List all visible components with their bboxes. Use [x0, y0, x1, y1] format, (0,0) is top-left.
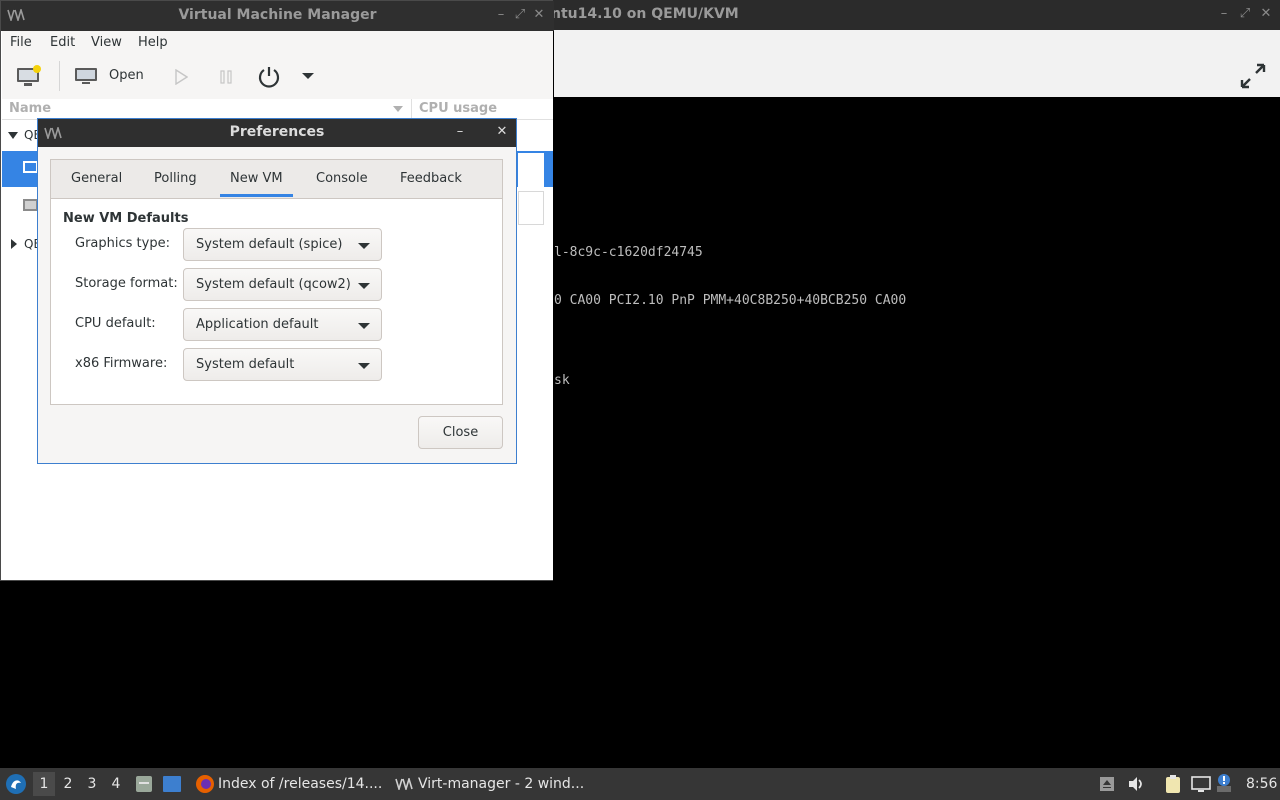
- vmm-title: Virtual Machine Manager: [178, 7, 377, 23]
- task-firefox-label: Index of /releases/14....: [218, 776, 383, 792]
- update-notification-icon[interactable]: [1216, 772, 1232, 794]
- vm-logo-icon: [395, 778, 413, 790]
- x86-firmware-value: System default: [196, 357, 295, 372]
- storage-format-value: System default (qcow2): [196, 277, 351, 292]
- vm-icon: [23, 199, 38, 211]
- minimize-icon[interactable]: –: [493, 7, 509, 22]
- open-label: Open: [109, 68, 144, 83]
- tab-general[interactable]: General: [61, 160, 132, 197]
- expander-right-icon[interactable]: [11, 239, 17, 249]
- cpu-default-select[interactable]: Application default: [183, 308, 382, 341]
- graphics-type-value: System default (spice): [196, 237, 343, 252]
- chevron-down-icon: [358, 323, 370, 329]
- tab-console[interactable]: Console: [306, 160, 378, 197]
- run-icon[interactable]: [174, 69, 188, 85]
- console-screen[interactable]: l-8c9c-c1620df24745 0 CA00 PCI2.10 PnP P…: [554, 97, 1280, 765]
- preferences-title: Preferences: [229, 124, 325, 140]
- close-button[interactable]: Close: [418, 416, 503, 449]
- tab-strip: General Polling New VM Console Feedback: [51, 160, 502, 199]
- cpu-graph: [518, 191, 544, 225]
- console-line: sk: [554, 373, 570, 388]
- desktop-icon[interactable]: [162, 775, 182, 793]
- storage-format-label: Storage format:: [75, 276, 178, 291]
- x86-firmware-label: x86 Firmware:: [75, 356, 168, 371]
- workspace-4[interactable]: 4: [105, 772, 127, 796]
- new-vm-icon[interactable]: [16, 65, 42, 87]
- console-line: 0 CA00 PCI2.10 PnP PMM+40C8B250+40BCB250…: [554, 293, 907, 308]
- column-divider: [411, 99, 412, 119]
- preferences-notebook: General Polling New VM Console Feedback …: [50, 159, 503, 405]
- close-icon[interactable]: ✕: [1258, 6, 1274, 21]
- monitor-icon: [75, 68, 97, 84]
- menu-help[interactable]: Help: [138, 35, 168, 50]
- start-menu-icon[interactable]: [5, 773, 27, 795]
- workspace-3[interactable]: 3: [81, 772, 103, 796]
- cpu-default-label: CPU default:: [75, 316, 156, 331]
- file-manager-icon[interactable]: [135, 775, 153, 793]
- vmm-titlebar: Virtual Machine Manager – ⤢ ✕: [1, 1, 554, 31]
- power-menu-chevron-icon[interactable]: [302, 73, 314, 79]
- console-line: l-8c9c-c1620df24745: [554, 245, 703, 260]
- task-firefox[interactable]: Index of /releases/14....: [192, 770, 386, 798]
- maximize-icon[interactable]: ⤢: [1237, 6, 1253, 21]
- maximize-icon[interactable]: ⤢: [512, 7, 528, 22]
- expander-down-icon[interactable]: [8, 132, 18, 139]
- pause-icon[interactable]: [219, 69, 233, 85]
- menu-view[interactable]: View: [91, 35, 122, 50]
- chevron-down-icon: [358, 243, 370, 249]
- menubar: File Edit View Help: [2, 31, 553, 55]
- preferences-titlebar: Preferences – ✕: [38, 119, 516, 147]
- storage-format-select[interactable]: System default (qcow2): [183, 268, 382, 301]
- column-header: Name CPU usage: [2, 99, 553, 120]
- cpu-graph: [518, 153, 544, 187]
- clipboard-icon[interactable]: [1164, 774, 1182, 794]
- column-name[interactable]: Name: [9, 101, 51, 116]
- console-window-title: ntu14.10 on QEMU/KVM: [551, 6, 739, 22]
- minimize-icon[interactable]: –: [452, 124, 468, 139]
- volume-icon[interactable]: [1127, 776, 1145, 792]
- clock[interactable]: 8:56: [1246, 776, 1277, 792]
- taskbar: 1 2 3 4 Index of /releases/14.... Virt-m…: [0, 768, 1280, 800]
- network-icon[interactable]: [1191, 775, 1211, 793]
- vmm-toolbar: Open: [2, 55, 553, 100]
- chevron-down-icon: [358, 363, 370, 369]
- section-title: New VM Defaults: [63, 211, 189, 226]
- workspace-1[interactable]: 1: [33, 772, 55, 796]
- minimize-icon[interactable]: –: [1216, 6, 1232, 21]
- tab-polling[interactable]: Polling: [144, 160, 207, 197]
- menu-file[interactable]: File: [10, 35, 32, 50]
- open-button[interactable]: Open: [72, 61, 152, 91]
- tab-new-vm[interactable]: New VM: [220, 160, 293, 197]
- graphics-type-select[interactable]: System default (spice): [183, 228, 382, 261]
- chevron-down-icon: [358, 283, 370, 289]
- graphics-type-label: Graphics type:: [75, 236, 170, 251]
- console-toolbar: [554, 30, 1280, 98]
- close-icon[interactable]: ✕: [531, 7, 547, 22]
- task-virt-manager[interactable]: Virt-manager - 2 wind...: [390, 770, 590, 798]
- workspace-2[interactable]: 2: [57, 772, 79, 796]
- toolbar-separator: [59, 61, 60, 91]
- column-cpu-usage[interactable]: CPU usage: [419, 101, 497, 116]
- x86-firmware-select[interactable]: System default: [183, 348, 382, 381]
- close-icon[interactable]: ✕: [494, 124, 510, 139]
- eject-icon[interactable]: [1099, 776, 1115, 792]
- power-icon[interactable]: [257, 65, 281, 89]
- vm-icon: [23, 161, 38, 173]
- tab-feedback[interactable]: Feedback: [390, 160, 472, 197]
- preferences-dialog: Preferences – ✕ General Polling New VM C…: [37, 118, 517, 464]
- cpu-default-value: Application default: [196, 317, 319, 332]
- fullscreen-icon[interactable]: [1239, 62, 1267, 90]
- task-virt-manager-label: Virt-manager - 2 wind...: [418, 776, 585, 792]
- firefox-icon: [196, 775, 214, 793]
- sort-chevron-icon[interactable]: [393, 106, 403, 112]
- menu-edit[interactable]: Edit: [50, 35, 75, 50]
